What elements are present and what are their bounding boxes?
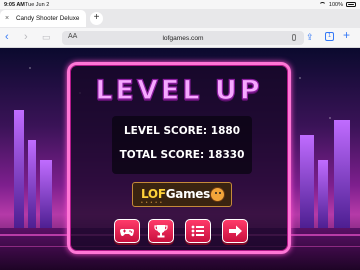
level-up-title: LEVEL UP (95, 74, 263, 106)
level-list-button[interactable] (185, 219, 211, 243)
status-date: Tue Jun 2 (25, 1, 50, 8)
address-bar[interactable]: AA lofgames.com (62, 31, 304, 45)
logo-text: LOFGames (141, 187, 210, 201)
share-icon[interactable]: ⇪ (306, 32, 314, 43)
game-canvas[interactable]: LEVEL UP LEVEL SCORE: 1880 TOTAL SCORE: … (0, 48, 360, 270)
city-tower (40, 160, 52, 230)
battery-percent: 100% (328, 1, 343, 8)
lofgames-logo[interactable]: LOFGames ••••• (132, 182, 232, 207)
forward-arrow-icon[interactable]: › (24, 31, 28, 44)
new-tab-plus-icon[interactable]: + (343, 29, 350, 41)
back-arrow-icon[interactable]: ‹ (5, 31, 9, 44)
level-score: LEVEL SCORE: 1880 (123, 125, 241, 137)
city-tower (334, 120, 350, 230)
wifi-icon (318, 2, 326, 7)
arrow-right-icon (229, 225, 242, 237)
status-bar: 9:05 AM Tue Jun 2 100% (0, 0, 360, 9)
battery-icon (346, 2, 356, 7)
status-time: 9:05 AM (4, 1, 25, 8)
sidebar-icon[interactable]: ▭ (42, 31, 51, 44)
list-icon (191, 225, 204, 237)
more-games-button[interactable] (114, 219, 140, 243)
browser-toolbar: ‹ › ▭ AA lofgames.com ⇪ 1 + (0, 28, 360, 48)
city-tower (28, 140, 36, 230)
tabs-icon[interactable]: 1 (325, 32, 334, 41)
tab-label: Candy Shooter Deluxe (16, 15, 80, 22)
tab-bar: × Candy Shooter Deluxe + (0, 9, 360, 28)
close-icon[interactable]: × (5, 15, 9, 23)
city-tower (300, 135, 314, 230)
leaderboard-button[interactable] (148, 219, 174, 243)
total-score: TOTAL SCORE: 18330 (119, 149, 245, 161)
paw-prints-icon: ••••• (141, 200, 165, 206)
trophy-icon (154, 225, 168, 238)
city-tower (14, 110, 24, 230)
microphone-icon[interactable] (292, 34, 296, 41)
new-tab-icon[interactable]: + (90, 12, 103, 25)
next-level-button[interactable] (222, 219, 248, 243)
status-right: 100% (318, 1, 356, 8)
level-up-panel: LEVEL UP LEVEL SCORE: 1880 TOTAL SCORE: … (67, 62, 291, 254)
url-text[interactable]: lofgames.com (62, 35, 304, 42)
city-tower (318, 160, 328, 230)
score-box: LEVEL SCORE: 1880 TOTAL SCORE: 18330 (112, 116, 252, 174)
mascot-icon (210, 187, 225, 202)
gamepad-icon (120, 229, 134, 236)
tab-candy-shooter[interactable]: × Candy Shooter Deluxe (0, 10, 86, 27)
